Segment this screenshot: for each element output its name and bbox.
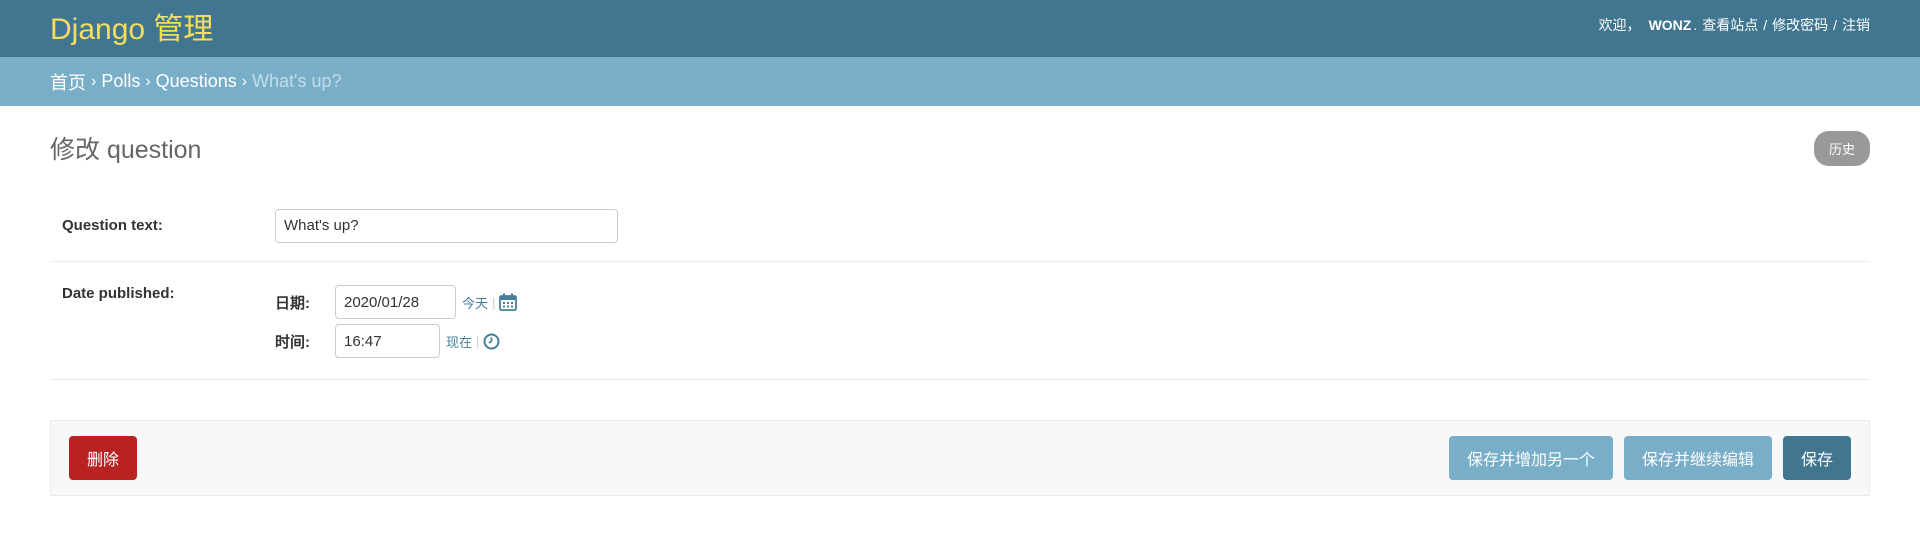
header-bar: Django 管理 欢迎， WONZ. 查看站点 / 修改密码 / 注销: [0, 0, 1920, 57]
now-link[interactable]: 现在: [446, 332, 472, 351]
shortcut-separator: |: [476, 333, 480, 349]
breadcrumb-current: What's up?: [252, 71, 342, 91]
breadcrumb-app[interactable]: Polls: [101, 71, 140, 92]
delete-button[interactable]: 删除: [69, 436, 138, 480]
history-button[interactable]: 历史: [1813, 130, 1870, 166]
page-title: 修改 question: [50, 136, 202, 164]
question-text-label: Question text:: [62, 217, 163, 234]
breadcrumb: 首页 › Polls › Questions › What's up?: [0, 57, 1920, 106]
breadcrumb-home[interactable]: 首页: [50, 69, 86, 95]
time-label: 时间:: [275, 333, 310, 351]
save-add-another-button[interactable]: 保存并增加另一个: [1448, 436, 1613, 480]
form-row-question-text: Question text:: [50, 190, 1870, 262]
logout-link[interactable]: 注销: [1842, 15, 1870, 35]
form-row-date-published: Date published: 日期: 今天 |: [50, 262, 1870, 380]
breadcrumb-arrow: ›: [91, 72, 97, 90]
user-tools: 欢迎， WONZ. 查看站点 / 修改密码 / 注销: [1598, 15, 1870, 35]
breadcrumb-arrow: ›: [145, 72, 151, 90]
time-input[interactable]: [335, 324, 440, 358]
datetime-fields: 日期: 今天 |: [275, 285, 518, 358]
breadcrumb-model[interactable]: Questions: [156, 71, 237, 92]
submit-row: 删除 保存并增加另一个 保存并继续编辑 保存: [50, 420, 1870, 496]
site-name[interactable]: Django 管理: [50, 4, 213, 48]
view-site-link[interactable]: 查看站点: [1702, 15, 1758, 35]
date-input[interactable]: [335, 285, 456, 319]
date-label: 日期:: [275, 294, 310, 312]
date-line: 日期: 今天 |: [275, 285, 518, 319]
save-buttons: 保存并增加另一个 保存并继续编辑 保存: [1448, 436, 1851, 480]
content-header: 修改 question 历史: [50, 106, 1870, 190]
separator: /: [1763, 16, 1768, 33]
save-button[interactable]: 保存: [1782, 436, 1851, 480]
question-text-input[interactable]: [275, 208, 618, 243]
separator: /: [1833, 16, 1837, 33]
calendar-icon[interactable]: [499, 293, 518, 311]
clock-icon[interactable]: [483, 333, 500, 350]
save-continue-button[interactable]: 保存并继续编辑: [1623, 436, 1772, 480]
date-published-label: Date published:: [62, 285, 175, 302]
username: WONZ: [1648, 16, 1692, 33]
breadcrumb-arrow: ›: [241, 72, 248, 90]
content: 修改 question 历史 Question text: Date publi…: [0, 106, 1920, 496]
welcome-text: 欢迎，: [1598, 16, 1641, 33]
time-line: 时间: 现在 |: [275, 324, 517, 358]
today-link[interactable]: 今天: [462, 293, 488, 312]
shortcut-separator: |: [492, 294, 496, 310]
change-password-link[interactable]: 修改密码: [1772, 15, 1828, 35]
